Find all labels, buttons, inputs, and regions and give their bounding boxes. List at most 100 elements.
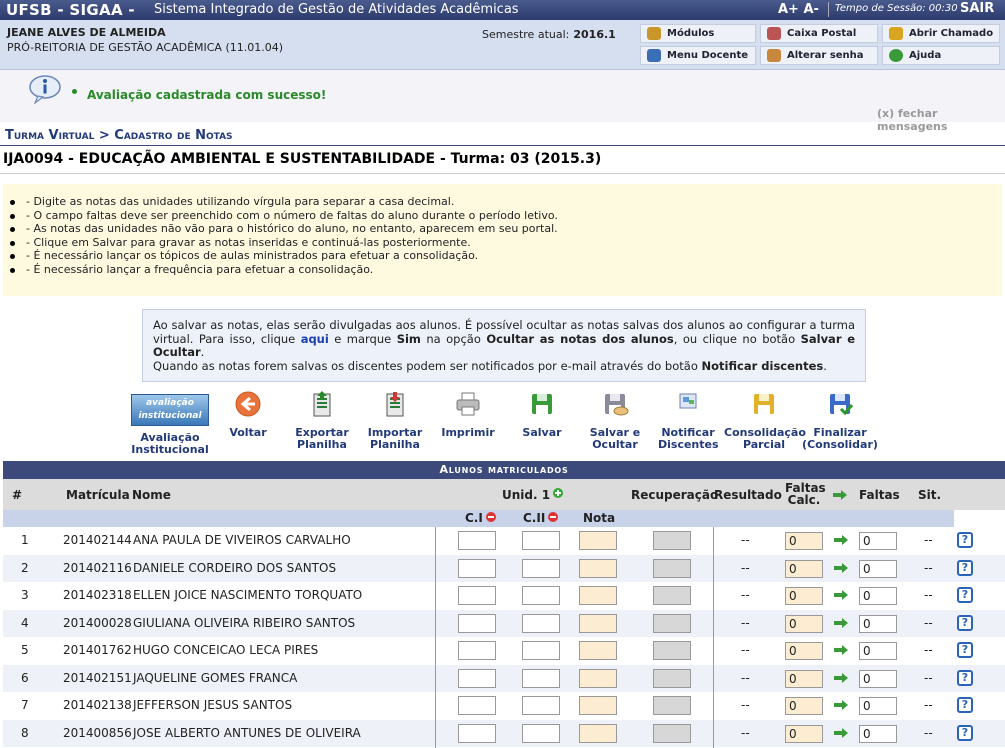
grade-cii-input[interactable] xyxy=(522,641,560,660)
grade-nota-input[interactable] xyxy=(579,586,617,605)
help-icon[interactable]: ? xyxy=(957,724,973,741)
export-spreadsheet-icon xyxy=(313,391,331,417)
grade-nota-input[interactable] xyxy=(579,668,617,688)
import-label: Planilha xyxy=(370,438,420,451)
recuperacao-input xyxy=(653,558,691,578)
save-button[interactable]: Salvar xyxy=(520,390,564,439)
import-spreadsheet-button[interactable]: Importar Planilha xyxy=(365,390,425,451)
col-faltas: Faltas xyxy=(859,488,900,502)
grade-nota-input[interactable] xyxy=(579,531,617,550)
grade-nota-input[interactable] xyxy=(579,723,617,743)
instruction-item: - As notas das unidades não vão para o h… xyxy=(8,222,558,236)
grade-ci-input[interactable] xyxy=(458,586,496,605)
help-icon[interactable]: ? xyxy=(957,614,973,631)
save-and-hide-button[interactable]: Salvar e Ocultar xyxy=(588,390,642,451)
grade-nota-input[interactable] xyxy=(579,613,617,633)
copy-arrow-icon[interactable] xyxy=(834,672,848,683)
faltas-input[interactable]: 0 xyxy=(859,532,897,550)
row-resultado: -- xyxy=(741,588,750,602)
notify-students-button[interactable]: Notificar Discentes xyxy=(658,390,719,451)
change-password-button[interactable]: Alterar senha xyxy=(760,46,878,65)
row-situacao: -- xyxy=(924,615,933,630)
export-spreadsheet-button[interactable]: Exportar Planilha xyxy=(292,390,352,451)
grade-cii-input[interactable] xyxy=(522,586,560,605)
arrow-right-icon xyxy=(833,490,847,500)
remove-evaluation-icon[interactable] xyxy=(485,512,496,522)
help-button[interactable]: Ajuda xyxy=(882,46,1000,65)
notice-strong: Notificar discentes xyxy=(701,358,824,373)
row-number: 1 xyxy=(21,533,29,547)
institutional-evaluation-button[interactable]: avaliação institucional Avaliação Instit… xyxy=(130,390,210,456)
teacher-menu-button[interactable]: Menu Docente xyxy=(640,46,756,65)
copy-arrow-icon[interactable] xyxy=(834,645,848,655)
help-icon[interactable]: ? xyxy=(957,669,973,686)
grade-cii-input[interactable] xyxy=(522,558,560,578)
row-matricula: 201401762 xyxy=(63,643,132,657)
semester-value: 2016.1 xyxy=(573,28,616,41)
faltas-input[interactable]: 0 xyxy=(859,587,897,605)
grade-nota-input[interactable] xyxy=(579,558,617,578)
col-number: # xyxy=(12,488,23,502)
grade-nota-input[interactable] xyxy=(579,641,617,660)
grade-cii-input[interactable] xyxy=(522,696,560,715)
institutional-evaluation-label: Institucional xyxy=(131,443,209,456)
back-button[interactable]: Voltar xyxy=(226,390,270,439)
ticket-icon xyxy=(889,27,903,40)
grade-cii-input[interactable] xyxy=(522,613,560,633)
faltas-input[interactable]: 0 xyxy=(859,614,897,633)
row-number: 3 xyxy=(21,588,29,602)
faltas-input[interactable]: 0 xyxy=(859,559,897,578)
grade-cii-input[interactable] xyxy=(522,531,560,550)
help-icon[interactable]: ? xyxy=(957,587,973,603)
logout-button[interactable]: SAIR xyxy=(960,0,994,17)
add-evaluation-icon[interactable] xyxy=(553,488,564,498)
save-disk-icon xyxy=(532,394,552,414)
font-size-controls[interactable]: A+ A- xyxy=(778,0,819,19)
col-unid: Unid. 1 xyxy=(502,488,564,502)
copy-arrow-icon[interactable] xyxy=(834,617,848,628)
notice-text: na opção xyxy=(426,331,481,346)
help-icon[interactable]: ? xyxy=(957,559,973,576)
grade-ci-input[interactable] xyxy=(458,696,496,715)
grade-ci-input[interactable] xyxy=(458,558,496,578)
message-area: Avaliação cadastrada com sucesso! (x) fe… xyxy=(0,70,1005,133)
print-button[interactable]: Imprimir xyxy=(440,390,496,439)
grade-ci-input[interactable] xyxy=(458,668,496,688)
copy-arrow-icon[interactable] xyxy=(834,562,848,573)
faltas-input[interactable]: 0 xyxy=(859,697,897,715)
copy-arrow-icon[interactable] xyxy=(834,535,848,545)
faltas-input[interactable]: 0 xyxy=(859,669,897,688)
finalize-consolidate-button[interactable]: Finalizar (Consolidar) xyxy=(802,390,878,451)
faltas-input[interactable]: 0 xyxy=(859,642,897,660)
grade-ci-input[interactable] xyxy=(458,613,496,633)
modules-label: Módulos xyxy=(667,28,715,39)
copy-arrow-icon[interactable] xyxy=(834,590,848,600)
import-spreadsheet-icon xyxy=(386,392,404,417)
mailbox-button[interactable]: Caixa Postal xyxy=(760,24,878,43)
partial-consolidation-button[interactable]: Consolidação Parcial xyxy=(724,390,806,451)
breadcrumb-text[interactable]: Turma Virtual > Cadastro de Notas xyxy=(5,128,233,143)
notice-strong: Ocultar as notas dos alunos xyxy=(486,331,674,346)
modules-button[interactable]: Módulos xyxy=(640,24,756,43)
notice-text: e marque xyxy=(334,331,392,346)
table-row: 7 201402138 JEFFERSON JESUS SANTOS -- 0 0 --? xyxy=(3,692,1005,719)
grade-cii-input[interactable] xyxy=(522,723,560,743)
grade-ci-input[interactable] xyxy=(458,641,496,660)
subheader-blank xyxy=(954,510,1005,527)
recuperacao-input xyxy=(653,613,691,633)
copy-arrow-icon[interactable] xyxy=(834,700,848,710)
help-icon[interactable]: ? xyxy=(957,697,973,713)
table-row: 4 201400028 GIULIANA OLIVEIRA RIBEIRO SANT… xyxy=(3,609,1005,637)
grade-ci-input[interactable] xyxy=(458,531,496,550)
open-ticket-button[interactable]: Abrir Chamado xyxy=(882,24,1000,43)
help-icon[interactable]: ? xyxy=(957,642,973,658)
faltas-input[interactable]: 0 xyxy=(859,724,897,743)
notice-text: . xyxy=(200,345,205,359)
help-icon[interactable]: ? xyxy=(957,532,973,548)
grade-cii-input[interactable] xyxy=(522,668,560,688)
remove-evaluation-icon[interactable] xyxy=(548,512,559,522)
grade-ci-input[interactable] xyxy=(458,723,496,743)
copy-arrow-icon[interactable] xyxy=(834,727,848,738)
configure-link[interactable]: aqui xyxy=(301,332,329,346)
grade-nota-input[interactable] xyxy=(579,696,617,715)
